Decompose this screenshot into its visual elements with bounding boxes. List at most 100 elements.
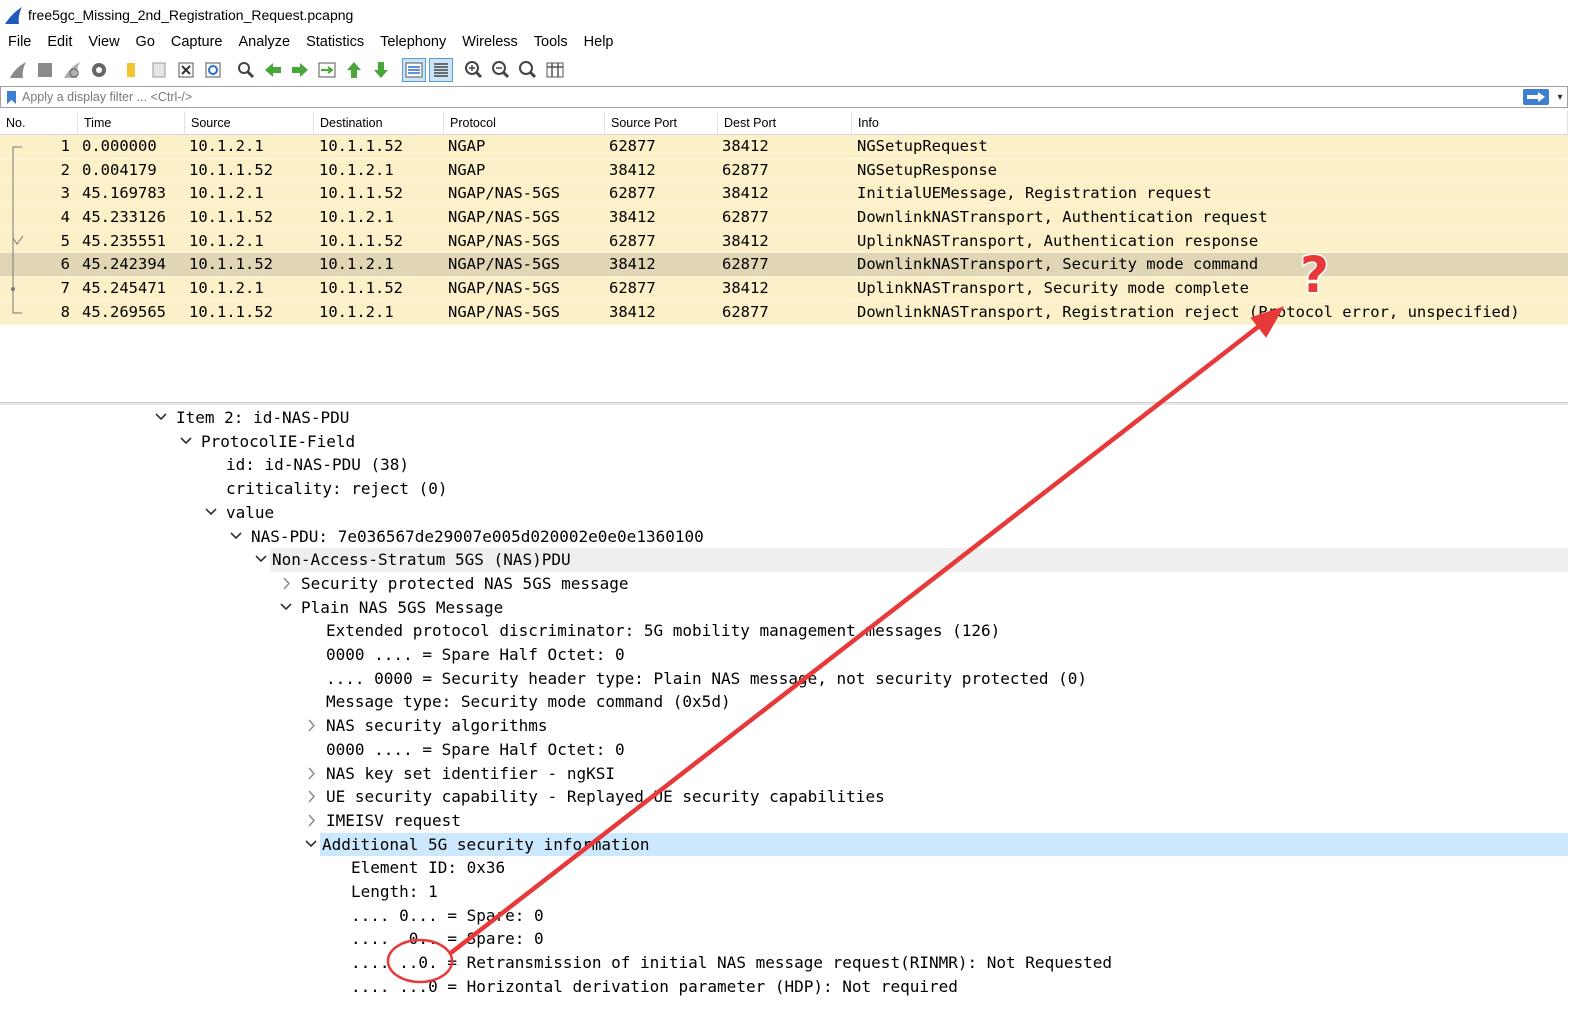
find-packet-button[interactable] [234, 58, 258, 82]
chevron-down-icon[interactable] [154, 406, 168, 429]
detail-tree-item[interactable]: Extended protocol discriminator: 5G mobi… [0, 619, 1568, 643]
detail-tree-item[interactable]: IMEISV request [0, 809, 1568, 833]
colorize-button[interactable] [428, 58, 453, 82]
detail-text: value [226, 502, 275, 522]
packet-row[interactable]: 2 0.004179 10.1.1.52 10.1.2.1 NGAP 38412 62877… [0, 158, 1568, 183]
zoom-normal-button[interactable] [516, 58, 540, 82]
chevron-down-icon[interactable] [204, 501, 218, 524]
packet-row[interactable]: 5 45.235551 10.1.2.1 10.1.1.52 NGAP/NAS-5GS 6… [0, 229, 1568, 254]
shark-fin-start-button[interactable] [6, 58, 30, 82]
chevron-down-icon[interactable] [179, 430, 193, 453]
detail-tree-item[interactable]: Non-Access-Stratum 5GS (NAS)PDU [255, 548, 1568, 572]
close-file-button[interactable] [174, 58, 198, 82]
packet-row[interactable]: 7 45.245471 10.1.2.1 10.1.1.52 NGAP/NAS-5GS 6… [0, 277, 1568, 302]
packet-row[interactable]: 1 0.000000 10.1.2.1 10.1.1.52 NGAP 62877 38412… [0, 135, 1568, 159]
go-back-button[interactable] [261, 58, 285, 82]
detail-tree-item[interactable]: Element ID: 0x36 [0, 856, 1568, 880]
menu-statistics[interactable]: Statistics [298, 30, 372, 54]
detail-tree-item[interactable]: NAS-PDU: 7e036567de29007e005d020002e0e0e… [0, 525, 1568, 549]
detail-tree-item[interactable]: NAS security algorithms [0, 714, 1568, 738]
column-header-dest-port[interactable]: Dest Port [718, 111, 852, 135]
restart-button[interactable] [60, 58, 84, 82]
menu-file[interactable]: File [0, 30, 39, 54]
detail-tree-item[interactable]: .... 0000 = Security header type: Plain … [0, 667, 1568, 691]
detail-tree-item[interactable]: Message type: Security mode command (0x5… [0, 690, 1568, 714]
resize-columns-button[interactable] [543, 58, 567, 82]
packet-destination: 10.1.1.52 [319, 231, 403, 250]
detail-tree-item[interactable]: .... .0.. = Spare: 0 [0, 927, 1568, 951]
last-packet-button[interactable] [369, 58, 393, 82]
detail-text: Security protected NAS 5GS message [301, 573, 629, 593]
detail-tree-item[interactable]: .... ...0 = Horizontal derivation parame… [0, 975, 1568, 999]
capture-options-button[interactable] [87, 58, 111, 82]
stop-button[interactable] [33, 58, 57, 82]
detail-tree-item[interactable]: 0000 .... = Spare Half Octet: 0 [0, 643, 1568, 667]
column-header-protocol[interactable]: Protocol [444, 111, 605, 135]
packet-row[interactable]: 8 45.269565 10.1.1.52 10.1.2.1 NGAP/NAS-5GS 3… [0, 300, 1568, 325]
packet-source: 10.1.1.52 [189, 160, 273, 179]
chevron-right-icon[interactable] [279, 572, 293, 595]
detail-tree-item[interactable]: Additional 5G security information [305, 832, 1568, 857]
detail-tree-item[interactable]: 0000 .... = Spare Half Octet: 0 [0, 738, 1568, 762]
chevron-right-icon[interactable] [304, 809, 318, 832]
packet-row[interactable]: 3 45.169783 10.1.2.1 10.1.1.52 NGAP/NAS-5GS 6… [0, 182, 1568, 207]
filter-history-dropdown-icon[interactable]: ▾ [1553, 92, 1567, 103]
chevron-down-icon[interactable] [279, 596, 293, 619]
menu-go[interactable]: Go [128, 30, 163, 54]
packet-destination: 10.1.2.1 [319, 208, 394, 227]
pane-splitter[interactable] [0, 402, 1588, 405]
menu-help[interactable]: Help [576, 30, 622, 54]
chevron-right-icon[interactable] [304, 762, 318, 785]
display-filter-input[interactable] [18, 90, 1523, 104]
chevron-down-icon[interactable] [304, 833, 318, 856]
chevron-right-icon[interactable] [304, 785, 318, 808]
column-header-destination[interactable]: Destination [314, 111, 444, 135]
go-to-packet-button[interactable] [315, 58, 339, 82]
detail-tree-item[interactable]: Plain NAS 5GS Message [0, 596, 1568, 620]
column-header-no[interactable]: No. [0, 111, 78, 135]
column-header-info[interactable]: Info [852, 111, 1568, 135]
packet-list-header: No. Time Source Destination Protocol Source P… [0, 111, 1568, 135]
packet-row[interactable]: 4 45.233126 10.1.1.52 10.1.2.1 NGAP/NAS-5GS 3… [0, 206, 1568, 231]
detail-tree-item[interactable]: Length: 1 [0, 880, 1568, 904]
reload-button[interactable] [201, 58, 225, 82]
menu-wireless[interactable]: Wireless [454, 30, 526, 54]
column-header-time[interactable]: Time [78, 111, 185, 135]
autoscroll-button[interactable] [401, 58, 426, 82]
packet-sport: 62877 [609, 184, 656, 203]
chevron-down-icon[interactable] [254, 548, 268, 571]
detail-tree-item[interactable]: .... ..0. = Retransmission of initial NA… [0, 951, 1568, 975]
menu-edit[interactable]: Edit [39, 30, 80, 54]
menu-telephony[interactable]: Telephony [372, 30, 454, 54]
column-header-source-port[interactable]: Source Port [605, 111, 718, 135]
bookmark-icon[interactable] [4, 88, 18, 106]
save-file-button[interactable] [147, 58, 171, 82]
detail-tree-item[interactable]: NAS key set identifier - ngKSI [0, 762, 1568, 786]
packet-dport: 38412 [722, 279, 769, 298]
go-forward-button[interactable] [288, 58, 312, 82]
detail-tree-item[interactable]: Item 2: id-NAS-PDU [0, 406, 1568, 430]
chevron-right-icon[interactable] [304, 714, 318, 737]
detail-tree-item[interactable]: id: id-NAS-PDU (38) [0, 453, 1568, 477]
menu-analyze[interactable]: Analyze [230, 30, 298, 54]
chevron-down-icon[interactable] [229, 525, 243, 548]
menu-capture[interactable]: Capture [163, 30, 231, 54]
detail-tree-item[interactable]: value [0, 501, 1568, 525]
packet-row[interactable]: 6 45.242394 10.1.1.52 10.1.2.1 NGAP/NAS-5GS 3… [0, 253, 1568, 278]
detail-tree-item[interactable]: .... 0... = Spare: 0 [0, 904, 1568, 928]
detail-tree-item[interactable]: ProtocolIE-Field [0, 430, 1568, 454]
reload-icon [205, 62, 220, 78]
packet-source: 10.1.2.1 [189, 184, 264, 203]
column-header-source[interactable]: Source [185, 111, 314, 135]
menu-view[interactable]: View [80, 30, 127, 54]
detail-tree-item[interactable]: criticality: reject (0) [0, 477, 1568, 501]
first-packet-button[interactable] [342, 58, 366, 82]
zoom-out-button[interactable] [489, 58, 513, 82]
menu-tools[interactable]: Tools [526, 30, 576, 54]
detail-tree-item[interactable]: Security protected NAS 5GS message [0, 572, 1568, 596]
packet-destination: 10.1.1.52 [319, 137, 403, 155]
open-file-button[interactable] [120, 58, 144, 82]
zoom-in-button[interactable] [462, 58, 486, 82]
apply-filter-button[interactable] [1523, 89, 1549, 105]
detail-tree-item[interactable]: UE security capability - Replayed UE sec… [0, 785, 1568, 809]
